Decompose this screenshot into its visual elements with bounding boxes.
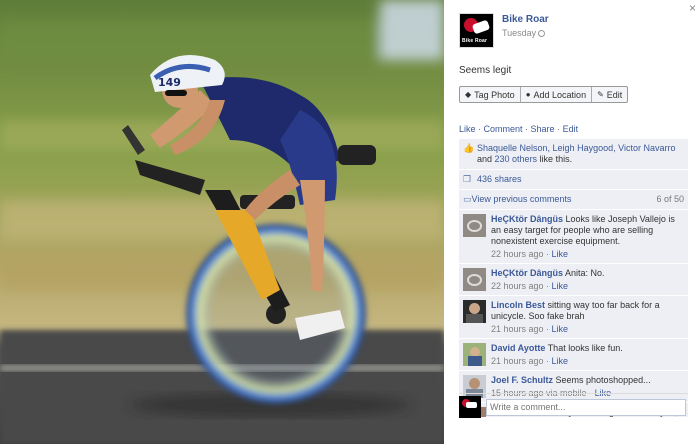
tag-photo-button[interactable]: ◆ Tag Photo [460,87,521,102]
comment-like-link[interactable]: Like [552,356,569,366]
commenter-avatar[interactable] [463,343,486,366]
unicycle-photo: 149 [0,0,444,444]
globe-icon [538,30,546,37]
tag-photo-label: Tag Photo [474,89,515,100]
edit-button[interactable]: ✎ Edit [592,87,627,102]
write-comment-row [459,393,688,418]
photo-viewer[interactable]: 149 [0,0,444,444]
close-icon[interactable]: × [689,1,696,15]
comment-input[interactable] [486,398,686,416]
post-action-links: Like · Comment · Share · Edit [459,124,578,134]
comment-text: Anita: No. [565,268,605,278]
feedback-section: 👍 Shaquelle Nelson, Leigh Haygood, Victo… [459,139,688,418]
location-pin-icon: ● [525,90,531,99]
comment-like-link[interactable]: Like [552,324,569,334]
commenter-name[interactable]: HeÇKtör Dângüs [491,214,563,224]
comment-item: HeÇKtör Dângüs Looks like Joseph Vallejo… [459,210,688,263]
separator-dot: · [543,281,552,291]
comment-time[interactable]: 22 hours ago [491,281,544,291]
tag-icon: ◆ [465,90,472,99]
comment-time[interactable]: 22 hours ago [491,249,544,259]
likes-others-link[interactable]: 230 others [495,154,538,164]
separator-dot: · [522,124,531,134]
likes-summary: 👍 Shaquelle Nelson, Leigh Haygood, Victo… [459,139,688,169]
comment-link[interactable]: Comment [484,124,523,134]
thumbs-up-icon: 👍 [463,143,475,153]
commenter-name[interactable]: HeÇKtör Dângüs [491,268,563,278]
share-link[interactable]: Share [531,124,555,134]
view-previous-comments-link[interactable]: View previous comments [472,194,572,204]
photo-side-panel: × Bike Roar Bike Roar Tuesday Seems legi… [444,0,700,444]
likes-suffix-text: like this. [537,154,573,164]
post-time-text[interactable]: Tuesday [502,28,536,38]
comment-like-link[interactable]: Like [552,249,569,259]
edit-link[interactable]: Edit [563,124,579,134]
jersey-number: 149 [158,76,181,89]
comment-item: David Ayotte That looks like fun. 21 hou… [459,339,688,370]
like-link[interactable]: Like [459,124,476,134]
photo-actions-bar: ◆ Tag Photo ● Add Location ✎ Edit [459,86,629,103]
comment-item: HeÇKtör Dângüs Anita: No. 22 hours ago ·… [459,264,688,295]
add-location-label: Add Location [533,89,587,100]
comment-bubble-icon: ▭ [463,194,472,204]
likers-names[interactable]: Shaquelle Nelson, Leigh Haygood, Victor … [477,143,675,153]
shares-summary: ❐ 436 shares [459,170,688,189]
shares-link[interactable]: 436 shares [477,174,522,185]
page-header: Bike Roar Bike Roar Tuesday [459,13,549,48]
page-name-link[interactable]: Bike Roar [502,14,549,25]
commenter-avatar[interactable] [463,214,486,237]
previous-comments-row: ▭View previous comments 6 of 50 [459,190,688,209]
comment-time[interactable]: 21 hours ago [491,356,544,366]
comment-item: Lincoln Best sitting way too far back fo… [459,296,688,338]
comment-text: Seems photoshopped... [555,375,651,385]
post-timestamp: Tuesday [502,28,549,38]
pencil-icon: ✎ [597,90,604,99]
comment-like-link[interactable]: Like [552,281,569,291]
comment-text: That looks like fun. [547,343,623,353]
comment-time[interactable]: 21 hours ago [491,324,544,334]
separator-dot: · [543,324,552,334]
share-icon: ❐ [463,174,472,184]
separator-dot: · [475,124,484,134]
add-location-button[interactable]: ● Add Location [521,87,593,102]
commenter-avatar[interactable] [463,268,486,291]
edit-label: Edit [606,89,623,100]
likes-and-text: and [477,154,495,164]
logo-text: Bike Roar [462,38,488,44]
separator-dot: · [554,124,563,134]
separator-dot: · [543,249,552,259]
separator-dot: · [543,356,552,366]
comment-count: 6 of 50 [656,194,684,204]
commenter-name[interactable]: Lincoln Best [491,300,545,310]
commenter-name[interactable]: David Ayotte [491,343,545,353]
current-user-avatar [459,396,481,418]
photo-caption: Seems legit [459,65,512,76]
page-logo-avatar[interactable]: Bike Roar [459,13,494,48]
commenter-avatar[interactable] [463,300,486,323]
commenter-name[interactable]: Joel F. Schultz [491,375,553,385]
